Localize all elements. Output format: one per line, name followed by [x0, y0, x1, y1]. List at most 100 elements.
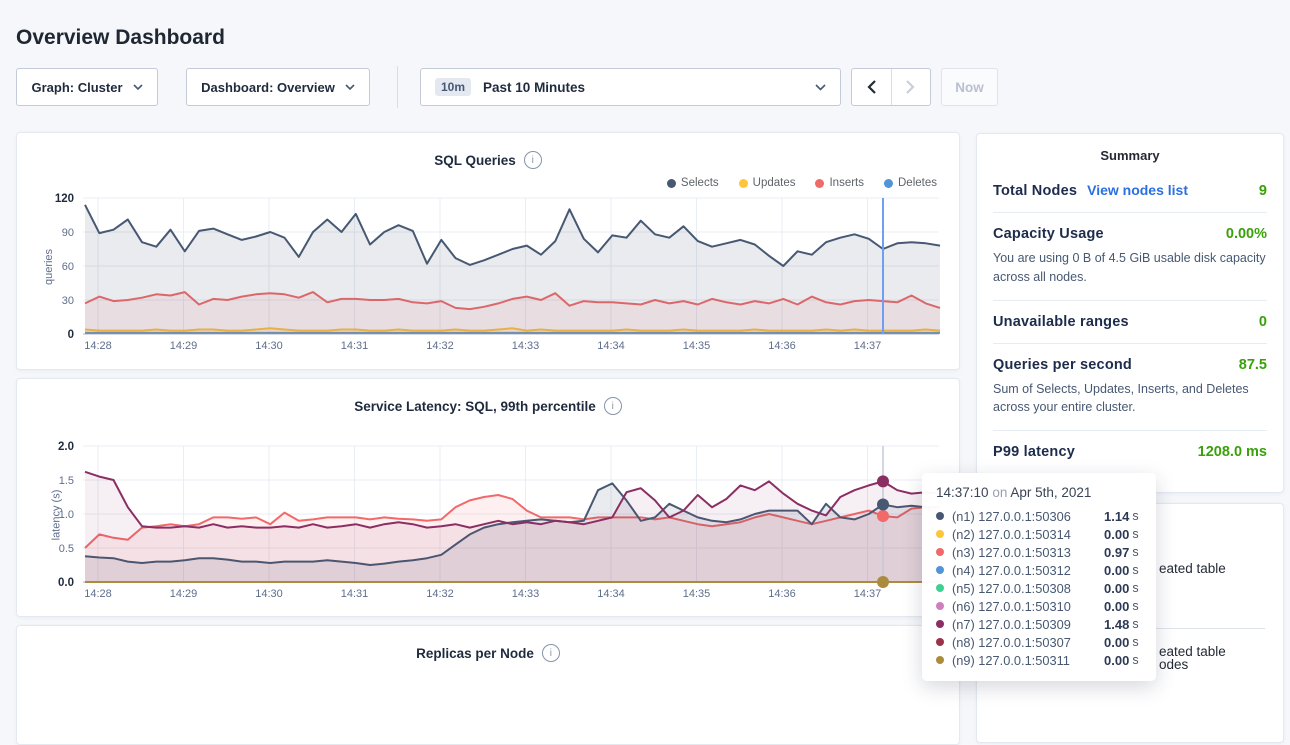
- summary-row-p99: P99 latency 1208.0 ms: [993, 431, 1267, 473]
- svg-text:60: 60: [62, 261, 74, 273]
- node-address: (n1) 127.0.0.1:50306: [952, 509, 1104, 524]
- dashboard-dropdown[interactable]: Dashboard: Overview: [186, 68, 370, 106]
- info-icon[interactable]: i: [542, 644, 560, 662]
- time-range-label: Past 10 Minutes: [483, 80, 585, 95]
- chart-hover-tooltip: 14:37:10 on Apr 5th, 2021 (n1) 127.0.0.1…: [922, 473, 1156, 681]
- view-nodes-list-link[interactable]: View nodes list: [1087, 182, 1188, 198]
- node-latency-unit: s: [1132, 563, 1138, 577]
- total-nodes-label: Total Nodes: [993, 183, 1077, 199]
- svg-text:14:37: 14:37: [854, 340, 882, 352]
- summary-row-qps: Queries per second 87.5 Sum of Selects, …: [993, 344, 1267, 432]
- time-range-selector[interactable]: 10m Past 10 Minutes: [420, 68, 841, 106]
- svg-text:2.0: 2.0: [58, 441, 74, 453]
- svg-text:90: 90: [62, 227, 74, 239]
- legend-label: Inserts: [829, 177, 864, 189]
- qps-value: 87.5: [1239, 357, 1267, 373]
- tooltip-node-row: (n2) 127.0.0.1:503140.00s: [936, 525, 1142, 543]
- sql-queries-legend: SelectsUpdatesInsertsDeletes: [667, 177, 937, 189]
- tooltip-node-row: (n5) 127.0.0.1:503080.00s: [936, 579, 1142, 597]
- replicas-card: Replicas per Node i: [16, 625, 960, 745]
- svg-text:14:34: 14:34: [597, 340, 625, 352]
- svg-text:14:35: 14:35: [683, 340, 711, 352]
- chevron-down-icon: [815, 84, 826, 91]
- legend-item-deletes: Deletes: [884, 177, 937, 189]
- node-latency-value: 0.00: [1104, 653, 1129, 668]
- node-color-dot: [936, 530, 944, 538]
- tooltip-node-row: (n6) 127.0.0.1:503100.00s: [936, 597, 1142, 615]
- summary-row-unavailable-ranges: Unavailable ranges 0: [993, 301, 1267, 344]
- svg-text:1.5: 1.5: [59, 475, 74, 487]
- chevron-right-icon: [906, 80, 915, 94]
- node-address: (n9) 127.0.0.1:50311: [952, 653, 1104, 668]
- info-icon[interactable]: i: [524, 151, 542, 169]
- latency-card: Service Latency: SQL, 99th percentile i …: [16, 378, 960, 617]
- svg-text:0: 0: [68, 329, 74, 341]
- chevron-down-icon: [133, 84, 143, 90]
- node-address: (n7) 127.0.0.1:50309: [952, 617, 1104, 632]
- legend-label: Updates: [753, 177, 796, 189]
- latency-y-axis-title: latency (s): [50, 490, 62, 541]
- tooltip-node-row: (n9) 127.0.0.1:503110.00s: [936, 651, 1142, 669]
- time-prev-button[interactable]: [852, 69, 891, 105]
- svg-text:14:36: 14:36: [768, 340, 796, 352]
- svg-text:14:31: 14:31: [341, 340, 369, 352]
- tooltip-node-row: (n3) 127.0.0.1:503130.97s: [936, 543, 1142, 561]
- dashboard-dropdown-label: Dashboard: Overview: [201, 80, 335, 95]
- sql-y-axis-title: queries: [43, 249, 55, 285]
- event-text-fragment: eated table: [1159, 561, 1226, 576]
- capacity-usage-value: 0.00%: [1226, 226, 1267, 242]
- graph-dropdown[interactable]: Graph: Cluster: [16, 68, 158, 106]
- node-color-dot: [936, 638, 944, 646]
- qps-label: Queries per second: [993, 357, 1132, 373]
- event-text-fragment: odes: [1159, 657, 1188, 672]
- svg-text:14:29: 14:29: [170, 340, 198, 352]
- node-latency-value: 0.00: [1104, 635, 1129, 650]
- svg-text:14:35: 14:35: [683, 588, 711, 600]
- svg-text:14:30: 14:30: [255, 340, 283, 352]
- sql-queries-title: SQL Queries: [434, 153, 516, 168]
- qps-desc: Sum of Selects, Updates, Inserts, and De…: [993, 380, 1267, 418]
- chevron-left-icon: [867, 80, 876, 94]
- node-color-dot: [936, 602, 944, 610]
- node-address: (n8) 127.0.0.1:50307: [952, 635, 1104, 650]
- node-latency-unit: s: [1132, 653, 1138, 667]
- info-icon[interactable]: i: [604, 397, 622, 415]
- legend-color-dot: [815, 179, 824, 188]
- unavailable-ranges-label: Unavailable ranges: [993, 314, 1129, 330]
- svg-text:120: 120: [55, 193, 74, 205]
- tooltip-timestamp: 14:37:10 on Apr 5th, 2021: [936, 485, 1142, 500]
- legend-label: Deletes: [898, 177, 937, 189]
- node-color-dot: [936, 566, 944, 574]
- chevron-down-icon: [345, 84, 355, 90]
- latency-title: Service Latency: SQL, 99th percentile: [354, 399, 596, 414]
- node-latency-unit: s: [1132, 617, 1138, 631]
- node-latency-value: 0.00: [1104, 581, 1129, 596]
- time-pager: [851, 68, 931, 106]
- tooltip-node-row: (n1) 127.0.0.1:503061.14s: [936, 507, 1142, 525]
- now-button[interactable]: Now: [941, 68, 998, 106]
- capacity-usage-desc: You are using 0 B of 4.5 GiB usable disk…: [993, 249, 1267, 287]
- node-latency-value: 0.00: [1104, 599, 1129, 614]
- node-latency-value: 0.00: [1104, 563, 1129, 578]
- node-address: (n3) 127.0.0.1:50313: [952, 545, 1104, 560]
- svg-text:30: 30: [62, 295, 74, 307]
- unavailable-ranges-value: 0: [1259, 314, 1267, 330]
- legend-item-updates: Updates: [739, 177, 796, 189]
- node-address: (n2) 127.0.0.1:50314: [952, 527, 1104, 542]
- node-color-dot: [936, 548, 944, 556]
- p99-latency-value: 1208.0 ms: [1198, 444, 1267, 460]
- svg-text:14:34: 14:34: [597, 588, 625, 600]
- graph-dropdown-label: Graph: Cluster: [31, 80, 122, 95]
- time-next-button[interactable]: [891, 69, 931, 105]
- replicas-title: Replicas per Node: [416, 646, 534, 661]
- capacity-usage-label: Capacity Usage: [993, 226, 1104, 242]
- svg-text:14:30: 14:30: [255, 588, 283, 600]
- sql-queries-card: SQL Queries i SelectsUpdatesInsertsDelet…: [16, 132, 960, 370]
- summary-title: Summary: [993, 148, 1267, 163]
- latency-chart[interactable]: 14:2814:2914:3014:3114:3214:3314:3414:35…: [17, 439, 961, 609]
- svg-text:14:33: 14:33: [512, 588, 540, 600]
- svg-text:14:28: 14:28: [84, 588, 112, 600]
- summary-row-capacity: Capacity Usage 0.00% You are using 0 B o…: [993, 213, 1267, 301]
- sql-queries-chart[interactable]: 14:2814:2914:3014:3114:3214:3314:3414:35…: [17, 191, 961, 361]
- total-nodes-value: 9: [1259, 183, 1267, 199]
